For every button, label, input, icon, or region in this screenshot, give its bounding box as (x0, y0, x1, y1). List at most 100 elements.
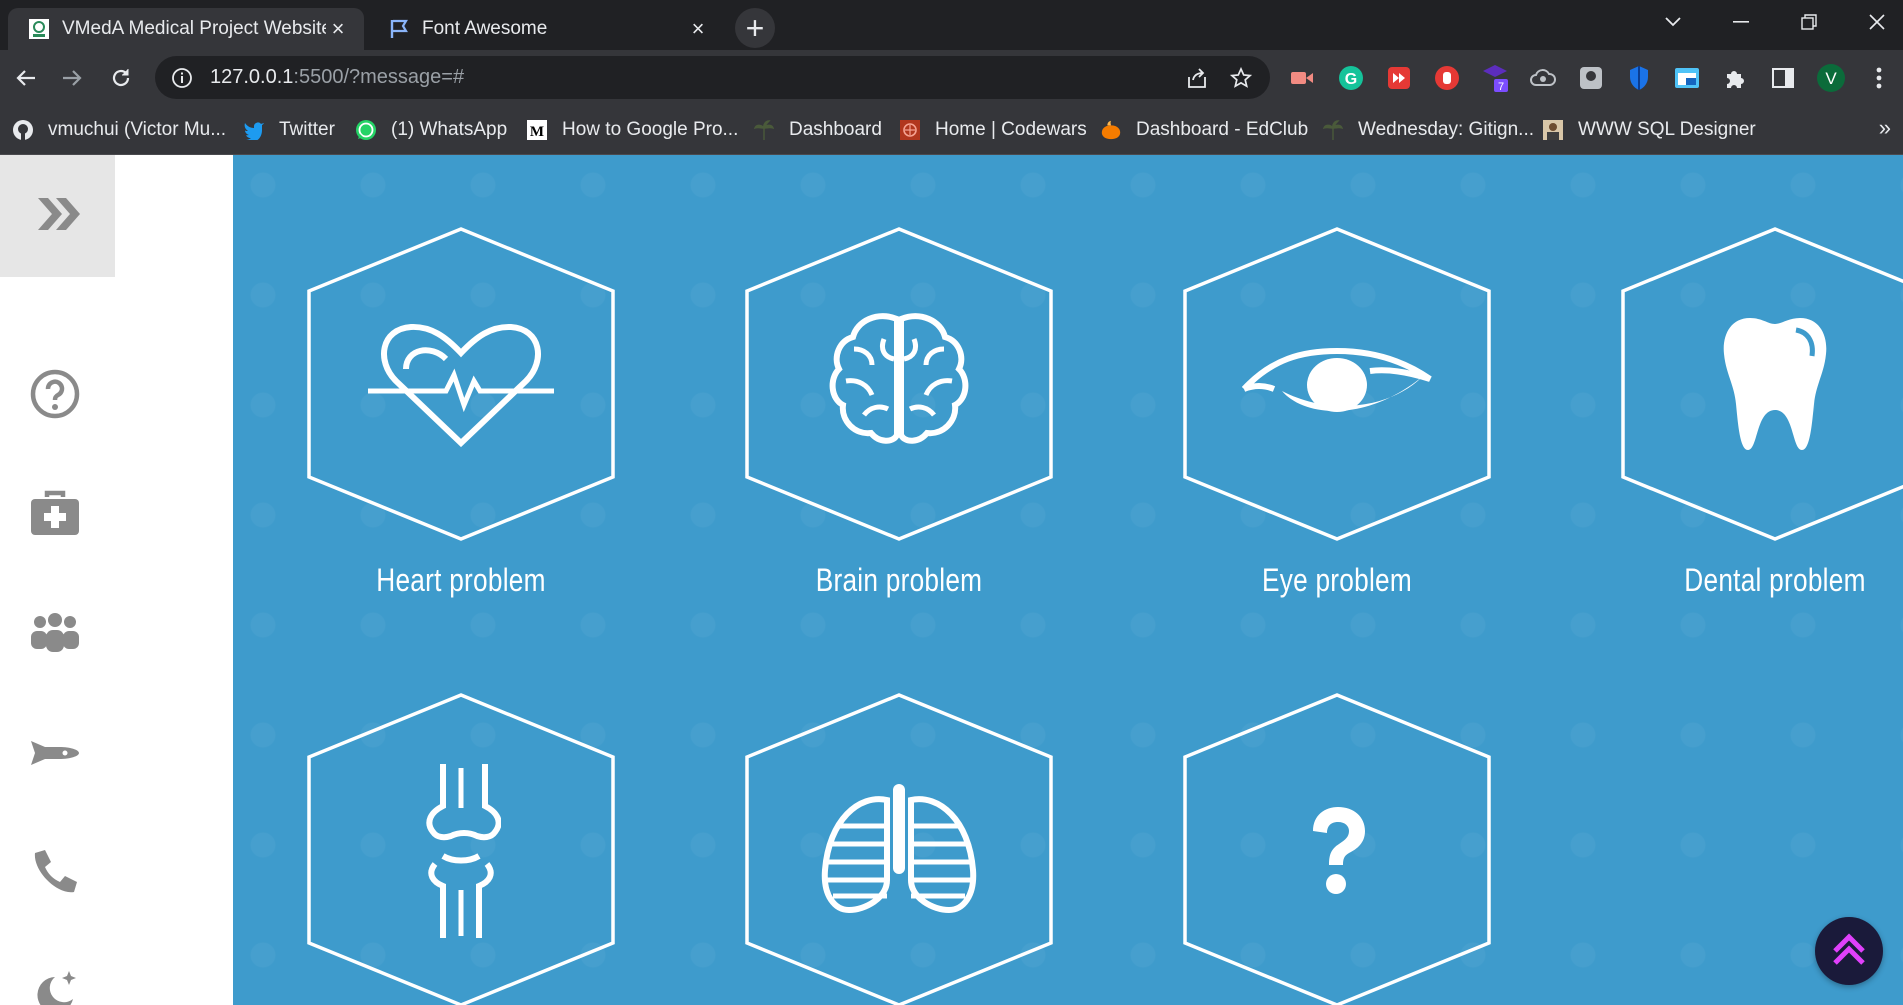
stop-hand-extension-icon[interactable] (1430, 61, 1464, 95)
window-extension-icon[interactable] (1670, 61, 1704, 95)
sidebar-item-contact[interactable] (20, 840, 90, 910)
eye-icon (1237, 289, 1437, 479)
tab-strip: VMedA Medical Project Website × Font Awe… (0, 0, 1903, 50)
reload-icon[interactable] (101, 58, 141, 98)
bookmark-label: Dashboard - EdClub (1136, 118, 1309, 140)
twitter-icon (243, 119, 265, 141)
avatar-icon (1542, 119, 1564, 141)
bookmark-star-icon[interactable] (1226, 63, 1256, 93)
bookmark-twitter[interactable]: Twitter (243, 105, 335, 154)
site-info-icon[interactable] (169, 65, 195, 91)
shield-extension-icon[interactable] (1622, 61, 1656, 95)
more-bookmarks-icon[interactable]: » (1879, 115, 1891, 141)
profile-avatar[interactable]: V (1814, 61, 1848, 95)
bookmark-codewars[interactable]: Home | Codewars (899, 105, 1087, 154)
tooth-icon (1675, 289, 1875, 479)
bookmark-label: Twitter (279, 118, 335, 140)
bookmark-github[interactable]: vmuchui (Victor Mu... (12, 105, 226, 154)
grammarly-extension-icon[interactable]: G (1334, 61, 1368, 95)
close-tab-icon[interactable]: × (686, 16, 710, 41)
bookmark-www-sql-designer[interactable]: WWW SQL Designer (1542, 105, 1756, 154)
bookmarks-bar: vmuchui (Victor Mu... Twitter (1) WhatsA… (0, 105, 1903, 155)
sidebar-item-dark-mode[interactable] (20, 960, 90, 1005)
profile-extension-icon[interactable] (1574, 61, 1608, 95)
moon-stars-icon (29, 967, 81, 1005)
sidebar-item-team[interactable] (20, 600, 90, 670)
medkit-icon (29, 489, 81, 542)
bookmark-whatsapp[interactable]: (1) WhatsApp (355, 105, 507, 154)
tile-label: Dental problem (1684, 562, 1866, 598)
question-mark-icon (1237, 755, 1437, 945)
bookmark-label: WWW SQL Designer (1578, 118, 1756, 140)
sidebar-item-help[interactable] (20, 361, 90, 431)
sidebar-item-ambulance[interactable] (20, 720, 90, 790)
back-icon[interactable] (6, 58, 46, 98)
forward-icon[interactable] (52, 58, 92, 98)
bone-joint-icon (361, 755, 561, 945)
url-host: 127.0.0.1 (210, 66, 294, 88)
tab-title: VMedA Medical Project Website (62, 18, 326, 39)
tile-label: Eye problem (1261, 562, 1413, 598)
problem-tiles-grid: Heart problem Brain problem Eye problem … (233, 155, 1903, 1005)
palm-icon (753, 119, 775, 141)
vmeda-favicon-icon (28, 18, 50, 40)
heart-pulse-icon (361, 289, 561, 479)
extensions-puzzle-icon[interactable] (1718, 61, 1752, 95)
side-panel-icon[interactable] (1766, 61, 1800, 95)
shapes-extension-icon[interactable]: 7 (1478, 61, 1512, 95)
brain-icon (799, 289, 999, 479)
codewars-icon (899, 119, 921, 141)
bookmark-label: How to Google Pro... (562, 118, 739, 140)
share-icon[interactable] (1182, 63, 1212, 93)
whatsapp-icon (355, 119, 377, 141)
bookmark-label: (1) WhatsApp (391, 118, 508, 140)
tile-label: Heart problem (376, 562, 546, 598)
tab-title: Font Awesome (422, 18, 548, 39)
flag-icon (388, 18, 410, 40)
lungs-icon (799, 755, 999, 945)
new-tab-button[interactable]: + (735, 8, 775, 48)
sidebar-item-medical-kit[interactable] (20, 480, 90, 550)
bookmark-dashboard[interactable]: Dashboard (753, 105, 882, 154)
bookmark-edclub[interactable]: Dashboard - EdClub (1100, 105, 1308, 154)
browser-toolbar: 127.0.0.1:5500/?message=# G 7 V (0, 50, 1903, 105)
palm-icon (1322, 119, 1344, 141)
url-path: :5500/?message=# (293, 66, 465, 88)
shuttle-icon (29, 733, 81, 778)
bookmark-label: Wednesday: Gitign... (1358, 118, 1535, 140)
phone-icon (29, 847, 81, 904)
bookmark-label: Dashboard (789, 118, 882, 140)
page-viewport: Heart problem Brain problem Eye problem … (0, 155, 1903, 1005)
profile-initial: V (1825, 69, 1837, 88)
fast-forward-extension-icon[interactable] (1382, 61, 1416, 95)
address-bar[interactable]: 127.0.0.1:5500/?message=# (155, 56, 1270, 99)
svg-text:G: G (1345, 71, 1357, 88)
medium-icon: M (526, 119, 548, 141)
screen-recorder-extension-icon[interactable] (1285, 61, 1319, 95)
bookmark-wednesday-gitignore[interactable]: Wednesday: Gitign... (1322, 105, 1534, 154)
cloud-extension-icon[interactable] (1526, 61, 1560, 95)
close-tab-icon[interactable]: × (326, 16, 350, 41)
tile-label: Brain problem (815, 562, 983, 598)
extension-badge: 7 (1498, 81, 1504, 93)
bookmark-label: Home | Codewars (935, 118, 1087, 140)
sidebar (0, 155, 233, 1005)
sidebar-toggle-button[interactable] (0, 155, 115, 277)
restore-icon[interactable] (1774, 0, 1844, 44)
tab-vmeda[interactable]: VMedA Medical Project Website × (8, 8, 364, 50)
svg-text:M: M (530, 124, 544, 140)
double-chevron-up-icon (1829, 929, 1869, 974)
bookmark-medium[interactable]: M How to Google Pro... (526, 105, 738, 154)
github-icon (12, 119, 34, 141)
menu-kebab-icon[interactable] (1862, 61, 1896, 95)
double-chevron-right-icon (34, 194, 82, 239)
minimize-icon[interactable] (1706, 0, 1776, 44)
scroll-to-top-button[interactable] (1815, 917, 1883, 985)
tab-search-icon[interactable] (1638, 0, 1708, 44)
close-window-icon[interactable] (1842, 0, 1903, 44)
edclub-icon (1100, 119, 1122, 141)
url-text[interactable]: 127.0.0.1:5500/?message=# (210, 66, 464, 89)
tab-font-awesome[interactable]: Font Awesome × (368, 8, 724, 50)
people-group-icon (28, 612, 82, 658)
bookmark-label: vmuchui (Victor Mu... (48, 118, 227, 140)
